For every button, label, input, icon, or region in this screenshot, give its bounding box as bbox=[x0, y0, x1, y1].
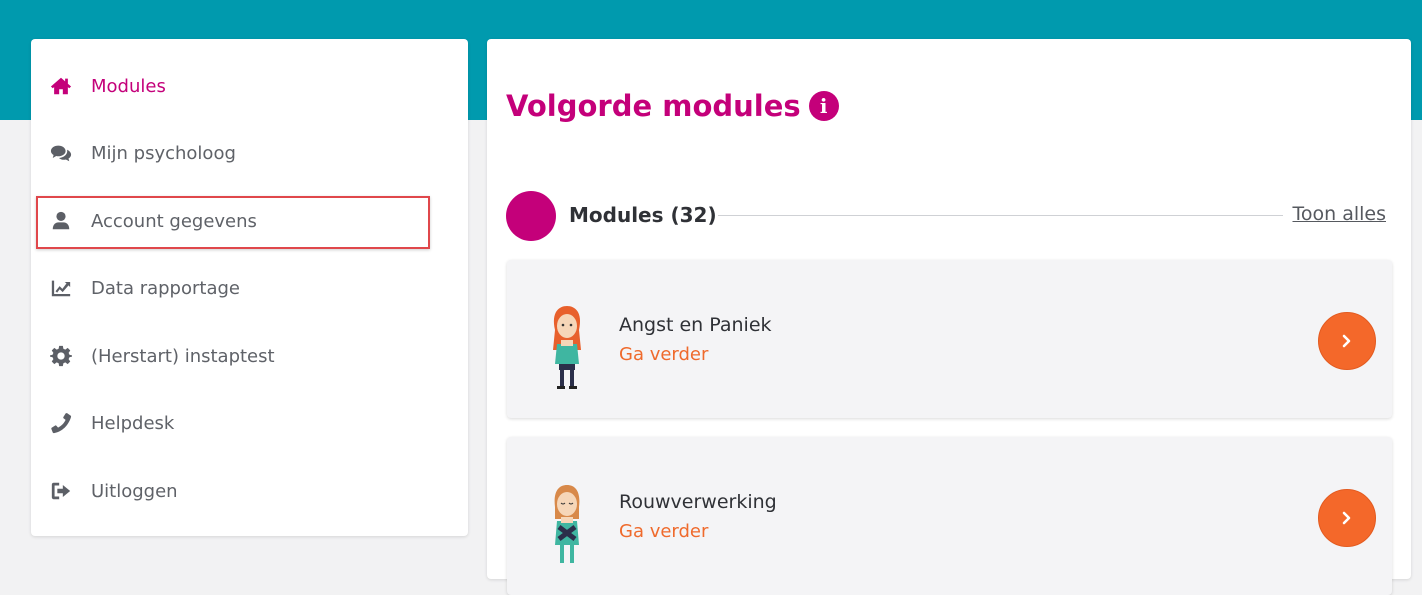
go-button[interactable] bbox=[1318, 312, 1376, 370]
selection-highlight bbox=[36, 196, 430, 249]
module-card[interactable]: Angst en Paniek Ga verder bbox=[507, 260, 1392, 418]
sidebar: Modules Mijn psycholoog Account gegevens… bbox=[31, 39, 468, 536]
page-title: Volgorde modules bbox=[506, 89, 801, 123]
chevron-right-icon bbox=[1342, 511, 1351, 525]
main-panel: Volgorde modules i Modules (32) Toon all… bbox=[487, 39, 1411, 595]
module-title: Rouwverwerking bbox=[619, 491, 777, 513]
modules-section-header: Modules (32) Toon alles bbox=[506, 191, 1386, 241]
avatar bbox=[554, 485, 580, 563]
sidebar-item-modules[interactable]: Modules bbox=[31, 64, 468, 108]
sidebar-item-instaptest[interactable]: (Herstart) instaptest bbox=[31, 334, 468, 378]
home-icon bbox=[49, 74, 73, 98]
info-icon[interactable]: i bbox=[808, 91, 839, 121]
module-status[interactable]: Ga verder bbox=[619, 521, 708, 542]
gear-icon bbox=[49, 344, 73, 368]
avatar bbox=[553, 306, 581, 389]
sidebar-item-label: Data rapportage bbox=[91, 277, 240, 299]
module-card[interactable]: Rouwverwerking Ga verder bbox=[507, 437, 1392, 595]
sidebar-item-label: Modules bbox=[91, 75, 166, 97]
show-all-link[interactable]: Toon alles bbox=[1293, 203, 1387, 225]
page-title-row: Volgorde modules i bbox=[506, 89, 839, 123]
go-button[interactable] bbox=[1318, 489, 1376, 547]
sidebar-item-uitloggen[interactable]: Uitloggen bbox=[31, 469, 468, 513]
chat-icon bbox=[49, 141, 73, 165]
section-dot bbox=[506, 191, 556, 241]
chevron-right-icon bbox=[1342, 334, 1351, 348]
module-title: Angst en Paniek bbox=[619, 314, 772, 336]
section-title: Modules (32) bbox=[569, 203, 717, 227]
sidebar-item-data-rapportage[interactable]: Data rapportage bbox=[31, 266, 468, 310]
sidebar-item-mijn-psycholoog[interactable]: Mijn psycholoog bbox=[31, 131, 468, 175]
sidebar-item-label: Uitloggen bbox=[91, 480, 178, 502]
sign-out-icon bbox=[49, 479, 73, 503]
sidebar-item-helpdesk[interactable]: Helpdesk bbox=[31, 401, 468, 445]
sidebar-item-label: Helpdesk bbox=[91, 412, 175, 434]
divider bbox=[718, 215, 1283, 216]
sidebar-item-label: (Herstart) instaptest bbox=[91, 345, 275, 367]
chart-icon bbox=[49, 276, 73, 300]
sidebar-item-label: Mijn psycholoog bbox=[91, 142, 236, 164]
module-status[interactable]: Ga verder bbox=[619, 344, 708, 365]
phone-icon bbox=[49, 411, 73, 435]
